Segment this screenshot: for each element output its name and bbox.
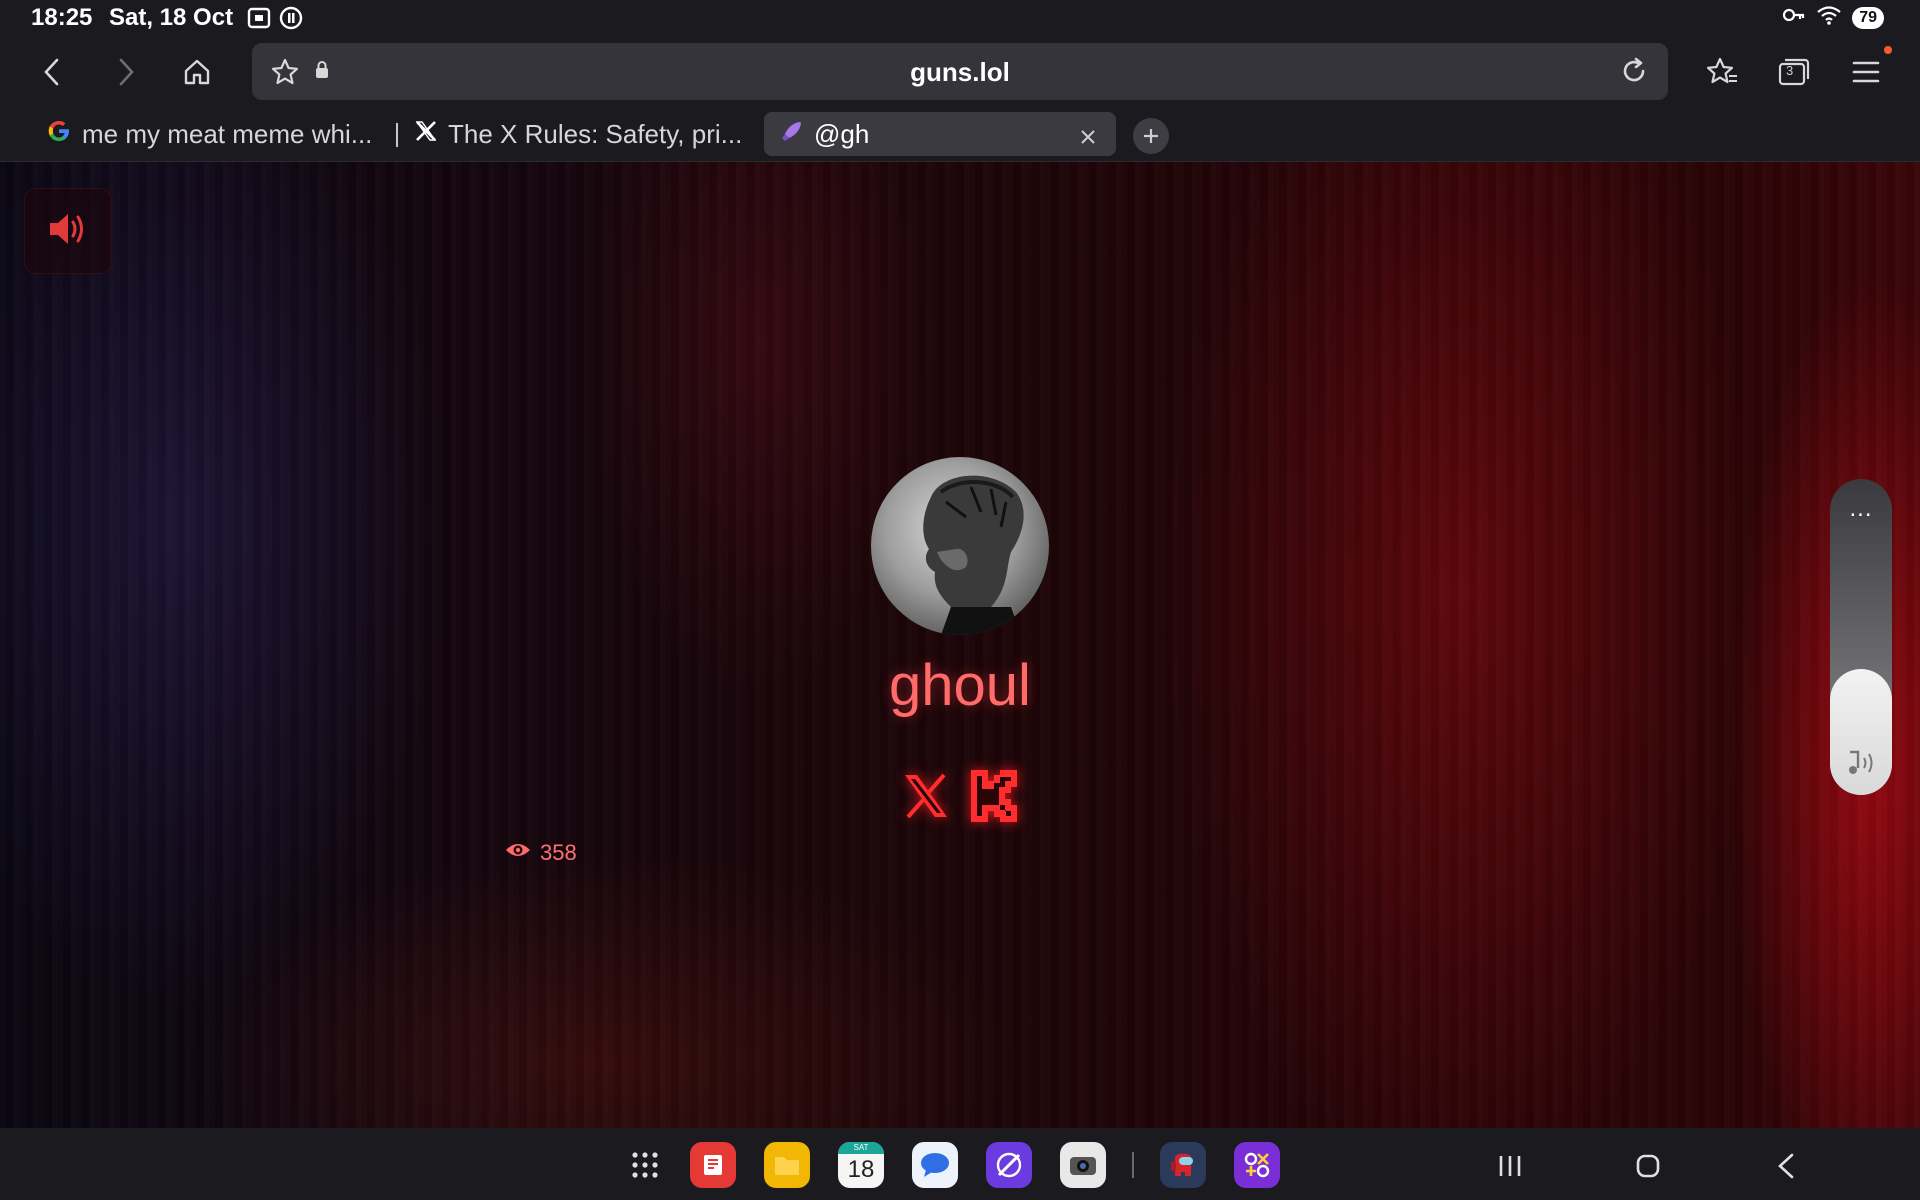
home-nav-button[interactable] bbox=[1630, 1148, 1666, 1184]
tab-google-search[interactable]: me my meat meme whi... bbox=[46, 112, 372, 156]
key-icon bbox=[1782, 5, 1806, 30]
browser-toolbar: guns.lol 3 bbox=[0, 36, 1920, 108]
taskbar: SAT 18 bbox=[0, 1128, 1920, 1200]
tab-divider bbox=[396, 123, 398, 147]
profile-page: ghoul 358 bbox=[0, 162, 1920, 1128]
files-app-icon[interactable] bbox=[764, 1142, 810, 1188]
calendar-day: SAT bbox=[853, 1143, 869, 1152]
tab-title: me my meat meme whi... bbox=[82, 118, 373, 149]
close-tab-icon[interactable] bbox=[1078, 123, 1098, 154]
menu-button[interactable] bbox=[1844, 50, 1888, 94]
home-button[interactable] bbox=[175, 50, 219, 94]
menu-notification-dot bbox=[1884, 46, 1892, 54]
tab-title: The X Rules: Safety, pri... bbox=[448, 118, 743, 149]
alarm-icon bbox=[278, 5, 304, 36]
internet-app-icon[interactable] bbox=[986, 1142, 1032, 1188]
app-drawer-icon[interactable] bbox=[622, 1142, 668, 1188]
new-tab-button[interactable] bbox=[1133, 118, 1169, 154]
volume-panel[interactable]: ... bbox=[1830, 479, 1892, 795]
media-volume-icon bbox=[1844, 748, 1878, 783]
avatar bbox=[871, 457, 1049, 635]
notes-app-icon[interactable] bbox=[690, 1142, 736, 1188]
x-icon[interactable] bbox=[898, 765, 954, 827]
tab-switcher-button[interactable]: 3 bbox=[1772, 50, 1816, 94]
back-nav-button[interactable] bbox=[1768, 1148, 1804, 1184]
games-app-icon[interactable] bbox=[1234, 1142, 1280, 1188]
speaker-icon bbox=[46, 209, 90, 254]
rocket-icon bbox=[780, 119, 804, 150]
recents-button[interactable] bbox=[1492, 1148, 1528, 1184]
dock-divider bbox=[1132, 1152, 1134, 1178]
address-bar[interactable]: guns.lol bbox=[252, 43, 1668, 100]
view-count: 358 bbox=[540, 840, 577, 865]
status-bar: 18:25 Sat, 18 Oct 79 bbox=[0, 0, 1920, 36]
messages-app-icon[interactable] bbox=[912, 1142, 958, 1188]
battery-icon: 79 bbox=[1852, 6, 1884, 29]
google-icon bbox=[46, 118, 72, 151]
status-date: Sat, 18 Oct bbox=[109, 4, 234, 31]
url-text[interactable]: guns.lol bbox=[252, 57, 1668, 88]
avatar-image bbox=[923, 475, 1024, 635]
tab-title: @gh bbox=[814, 118, 870, 149]
volume-more-options[interactable]: ... bbox=[1830, 495, 1892, 523]
back-button[interactable] bbox=[30, 50, 74, 94]
view-counter: 358 bbox=[504, 840, 577, 866]
tab-x-rules[interactable]: The X Rules: Safety, pri... bbox=[414, 112, 742, 156]
calendar-date: 18 bbox=[847, 1156, 875, 1183]
wifi-icon bbox=[1816, 4, 1842, 31]
background-texture bbox=[0, 162, 1920, 1128]
tab-count: 3 bbox=[1786, 63, 1794, 78]
kick-icon[interactable] bbox=[966, 765, 1022, 827]
eye-icon bbox=[504, 840, 532, 866]
among-us-app-icon[interactable] bbox=[1160, 1142, 1206, 1188]
tab-guns-profile[interactable]: @gh bbox=[764, 112, 1116, 156]
status-time: 18:25 bbox=[31, 4, 93, 31]
tab-strip: me my meat meme whi... The X Rules: Safe… bbox=[0, 108, 1920, 162]
screen-record-icon bbox=[246, 5, 272, 36]
social-links bbox=[898, 765, 1022, 827]
bookmarks-button[interactable] bbox=[1700, 50, 1744, 94]
forward-button[interactable] bbox=[104, 50, 148, 94]
calendar-app-icon[interactable]: SAT 18 bbox=[838, 1142, 884, 1188]
volume-slider-level[interactable] bbox=[1830, 669, 1892, 795]
x-logo-icon bbox=[414, 119, 438, 150]
profile-username: ghoul bbox=[889, 653, 1031, 718]
sound-toggle-button[interactable] bbox=[24, 188, 112, 274]
reload-icon[interactable] bbox=[1618, 55, 1650, 92]
camera-app-icon[interactable] bbox=[1060, 1142, 1106, 1188]
